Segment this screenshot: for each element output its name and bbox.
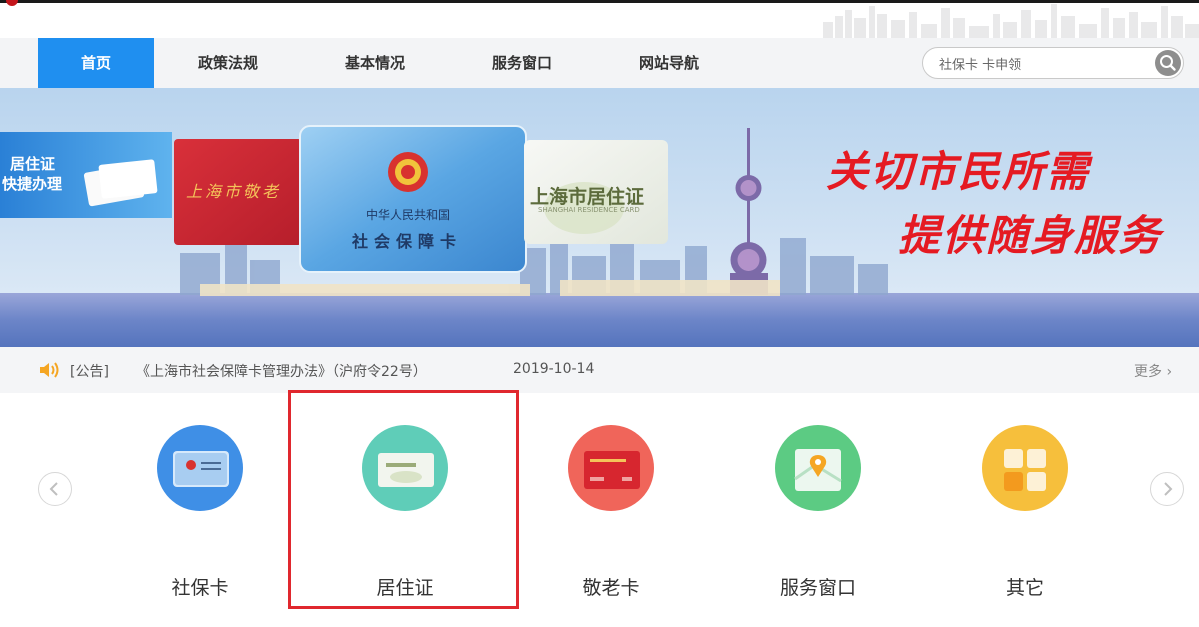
nav-home[interactable]: 首页 xyxy=(38,38,154,88)
grid-other-icon xyxy=(982,425,1068,511)
residence-quick-title: 居住证 快捷办理 xyxy=(2,154,62,194)
search-button[interactable] xyxy=(1155,50,1181,76)
nav-site-map[interactable]: 网站导航 xyxy=(611,38,727,88)
map-location-icon xyxy=(775,425,861,511)
chevron-left-icon xyxy=(49,482,58,496)
top-strip xyxy=(0,0,1199,38)
carousel-next-button[interactable] xyxy=(1150,472,1184,506)
residence-permit-icon xyxy=(362,425,448,511)
service-elder-card[interactable]: 敬老卡 xyxy=(541,425,681,599)
elder-card-icon xyxy=(568,425,654,511)
service-label: 居住证 xyxy=(376,577,434,599)
service-label: 其它 xyxy=(1005,577,1044,599)
skyline-decoration xyxy=(823,4,1199,38)
service-social-security-card[interactable]: 社保卡 xyxy=(130,425,270,599)
social-card-country: 中华人民共和国 xyxy=(366,208,451,222)
residence-quick-line2: 快捷办理 xyxy=(2,175,63,193)
hero-banner[interactable]: 居住证 快捷办理 上海市敬老 中华人民共和国 社会保障卡 上海市居住证 SHAN… xyxy=(0,88,1199,347)
nav-policy[interactable]: 政策法规 xyxy=(170,38,286,88)
service-label: 敬老卡 xyxy=(582,577,640,599)
search-icon xyxy=(1160,55,1176,71)
banner-slogan-line1: 关切市民所需 xyxy=(826,147,1091,196)
service-label: 社保卡 xyxy=(171,577,229,599)
search-input[interactable] xyxy=(939,53,1139,73)
notice-bar: [公告] 《上海市社会保障卡管理办法》（沪府令22号） 2019-10-14 更… xyxy=(0,347,1199,393)
carousel-prev-button[interactable] xyxy=(38,472,72,506)
elder-card-title: 上海市敬老 xyxy=(186,182,282,201)
banner-slogan-line2: 提供随身服务 xyxy=(898,211,1163,260)
service-label: 服务窗口 xyxy=(779,577,856,599)
service-residence-permit[interactable]: 居住证 xyxy=(335,425,475,599)
logo-mark xyxy=(6,0,18,6)
service-other[interactable]: 其它 xyxy=(955,425,1095,599)
notice-date: 2019-10-14 xyxy=(513,361,595,377)
main-nav: 首页 政策法规 基本情况 服务窗口 网站导航 xyxy=(0,38,1199,88)
social-card-name: 社会保障卡 xyxy=(352,232,463,251)
nav-basic-info[interactable]: 基本情况 xyxy=(317,38,433,88)
search-box xyxy=(922,47,1184,79)
service-carousel: 社保卡 居住证 敬老卡 服务窗口 其它 xyxy=(0,393,1199,627)
residence-card-subtitle: SHANGHAI RESIDENCE CARD xyxy=(538,206,640,214)
residence-quick-line1: 居住证 xyxy=(10,155,56,173)
chevron-right-icon xyxy=(1164,482,1173,496)
notice-more-link[interactable]: 更多 › xyxy=(1134,361,1172,381)
notice-tag: [公告] xyxy=(70,364,109,380)
notice-title-link[interactable]: 《上海市社会保障卡管理办法》（沪府令22号） xyxy=(136,361,427,381)
residence-card-title: 上海市居住证 xyxy=(530,186,645,208)
service-window[interactable]: 服务窗口 xyxy=(748,425,888,599)
social-security-card-icon xyxy=(157,425,243,511)
nav-service-window[interactable]: 服务窗口 xyxy=(464,38,580,88)
speaker-icon xyxy=(40,362,59,378)
